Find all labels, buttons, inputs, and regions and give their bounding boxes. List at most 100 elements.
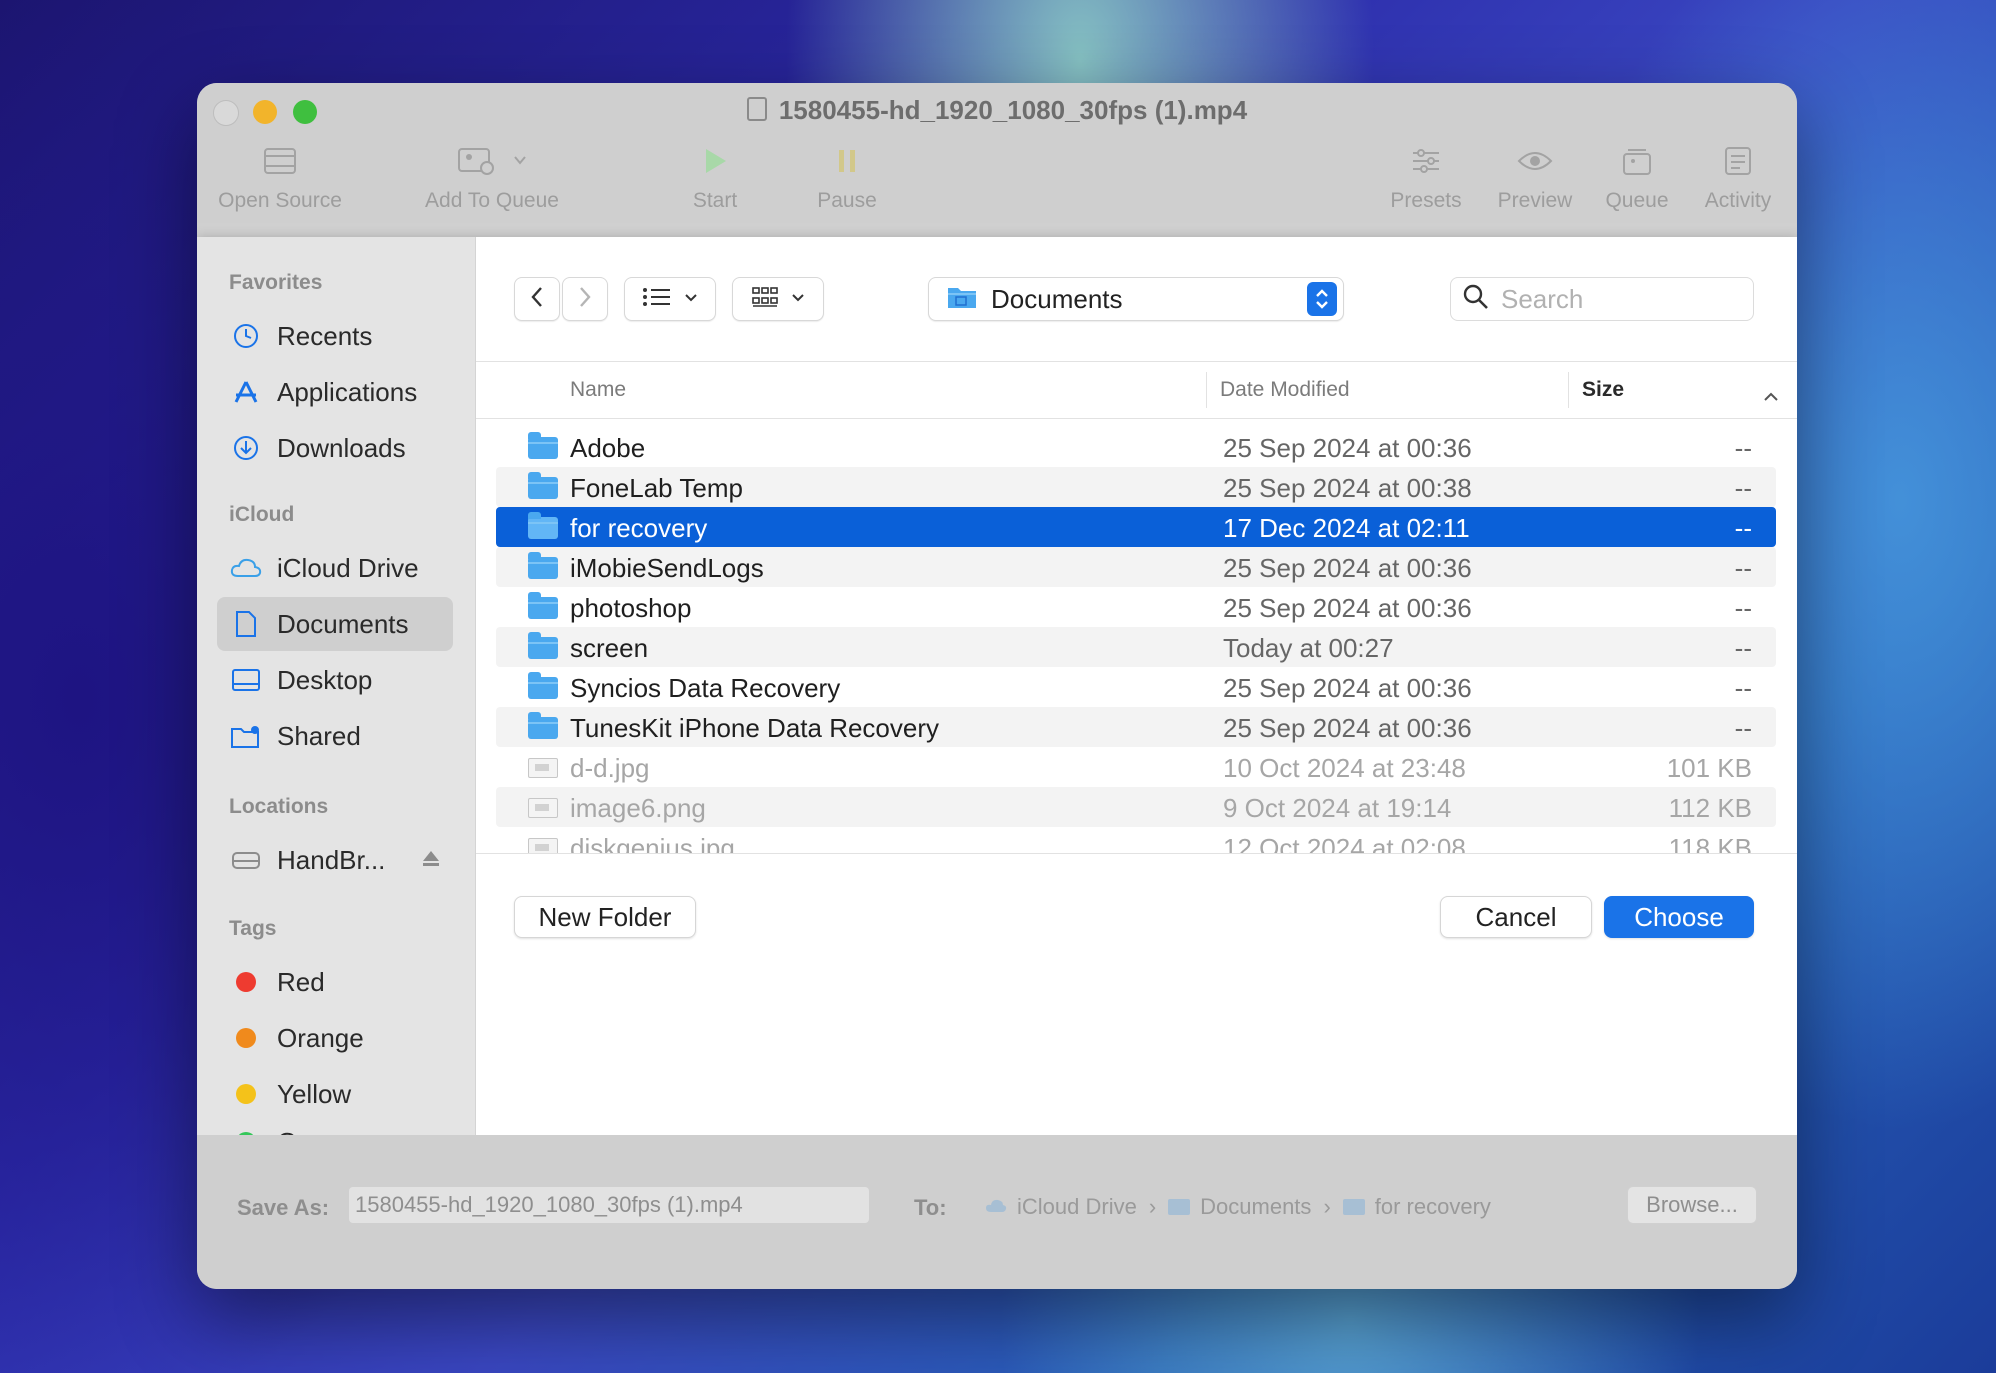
titlebar: 1580455-hd_1920_1080_30fps (1).mp4 Open … <box>197 83 1797 223</box>
location-label: Documents <box>991 283 1123 314</box>
start-button[interactable]: Start <box>675 141 755 213</box>
sidebar-item-documents[interactable]: Documents <box>217 597 453 651</box>
image-file-icon <box>528 838 558 853</box>
add-to-queue-button[interactable]: Add To Queue <box>417 141 567 213</box>
sidebar-tag-red[interactable]: Red <box>217 955 453 1009</box>
column-name[interactable]: Name <box>570 378 626 402</box>
sidebar-item-label: Documents <box>277 608 409 639</box>
new-folder-button[interactable]: New Folder <box>514 896 696 938</box>
eject-icon[interactable] <box>421 849 441 874</box>
file-row[interactable]: photoshop 25 Sep 2024 at 00:36 -- <box>496 587 1776 627</box>
file-date: 25 Sep 2024 at 00:36 <box>1223 713 1472 743</box>
file-size: 112 KB <box>1668 793 1752 823</box>
column-size[interactable]: Size <box>1582 378 1624 402</box>
activity-button[interactable]: Activity <box>1693 141 1783 213</box>
sidebar-tag-orange[interactable]: Orange <box>217 1011 453 1065</box>
presets-label: Presets <box>1390 189 1462 212</box>
file-size: 101 KB <box>1666 753 1752 783</box>
sidebar-tag-green[interactable]: G <box>217 1115 453 1135</box>
back-button[interactable] <box>514 277 560 321</box>
pause-button[interactable]: Pause <box>807 141 887 213</box>
cloud-icon <box>985 1194 1007 1220</box>
column-header: Name Date Modified Size <box>476 361 1797 419</box>
sidebar-item-icloud-drive[interactable]: iCloud Drive <box>217 541 453 595</box>
file-row[interactable]: Adobe 25 Sep 2024 at 00:36 -- <box>496 427 1776 467</box>
pause-label: Pause <box>817 189 877 212</box>
file-date: Today at 00:27 <box>1223 633 1394 663</box>
sidebar-tag-yellow[interactable]: Yellow <box>217 1067 453 1121</box>
file-date: 10 Oct 2024 at 23:48 <box>1223 753 1466 783</box>
column-date-modified[interactable]: Date Modified <box>1220 378 1350 402</box>
image-file-icon <box>528 795 560 819</box>
forward-button[interactable] <box>562 277 608 321</box>
chevron-down-icon <box>684 290 698 308</box>
location-popup[interactable]: Documents <box>928 277 1344 321</box>
file-row[interactable]: for recovery 17 Dec 2024 at 02:11 -- <box>496 507 1776 547</box>
file-row[interactable]: d-d.jpg 10 Oct 2024 at 23:48 101 KB <box>496 747 1776 787</box>
file-row[interactable]: iMobieSendLogs 25 Sep 2024 at 00:36 -- <box>496 547 1776 587</box>
list-icon <box>642 286 672 313</box>
locations-header: Locations <box>229 795 329 818</box>
sidebar-item-downloads[interactable]: Downloads <box>217 421 453 475</box>
tag-dot-orange <box>236 1028 256 1048</box>
browser-pane: Documents Search Name Date Modified Size… <box>476 237 1797 1135</box>
sidebar-item-desktop[interactable]: Desktop <box>217 653 453 707</box>
file-row[interactable]: Syncios Data Recovery 25 Sep 2024 at 00:3… <box>496 667 1776 707</box>
play-icon <box>675 141 755 181</box>
file-name: diskgenius.jpg <box>570 833 735 853</box>
path-separator: › <box>1148 1194 1157 1219</box>
save-as-field[interactable]: 1580455-hd_1920_1080_30fps (1).mp4 <box>349 1187 869 1223</box>
file-row[interactable]: FoneLab Temp 25 Sep 2024 at 00:38 -- <box>496 467 1776 507</box>
sidebar-item-applications[interactable]: Applications <box>217 365 453 419</box>
browse-button[interactable]: Browse... <box>1627 1186 1757 1224</box>
file-name: d-d.jpg <box>570 753 650 783</box>
folder-icon <box>528 432 560 459</box>
sidebar-item-handbrake-volume[interactable]: HandBr... <box>217 833 453 887</box>
clock-icon <box>229 323 263 349</box>
column-divider[interactable] <box>1568 372 1569 408</box>
grid-icon <box>751 286 779 313</box>
list-view-button[interactable] <box>624 277 716 321</box>
file-row[interactable]: diskgenius.jpg 12 Oct 2024 at 02:08 118 KB <box>496 827 1776 853</box>
search-field[interactable]: Search <box>1450 277 1754 321</box>
column-divider[interactable] <box>1206 372 1207 408</box>
pause-icon <box>807 141 887 181</box>
desktop-icon <box>229 668 263 692</box>
file-size: -- <box>1734 513 1752 543</box>
drive-icon <box>229 849 263 871</box>
cancel-button[interactable]: Cancel <box>1440 896 1592 938</box>
preview-button[interactable]: Preview <box>1485 141 1585 213</box>
document-icon <box>229 610 263 638</box>
file-size: -- <box>1734 633 1752 663</box>
file-name: iMobieSendLogs <box>570 553 764 583</box>
file-name: image6.png <box>570 793 706 823</box>
tags-header: Tags <box>229 917 277 940</box>
chevron-left-icon <box>530 286 544 313</box>
open-source-button[interactable]: Open Source <box>215 141 345 213</box>
file-date: 12 Oct 2024 at 02:08 <box>1223 833 1466 853</box>
file-name: screen <box>570 633 649 663</box>
choose-button[interactable]: Choose <box>1604 896 1754 938</box>
group-view-button[interactable] <box>732 277 824 321</box>
path-segment: Documents <box>1200 1194 1312 1219</box>
file-row[interactable]: screen Today at 00:27 -- <box>496 627 1776 667</box>
activity-label: Activity <box>1704 189 1772 212</box>
folder-icon <box>528 472 558 499</box>
sidebar-item-label: Downloads <box>277 432 406 463</box>
sidebar-item-recents[interactable]: Recents <box>217 309 453 363</box>
tag-dot-red <box>236 972 256 992</box>
save-bar: Save As: 1580455-hd_1920_1080_30fps (1).… <box>197 1135 1797 1289</box>
sidebar-item-label: G <box>277 1127 297 1136</box>
file-size: -- <box>1734 433 1752 463</box>
presets-button[interactable]: Presets <box>1381 141 1471 213</box>
open-source-label: Open Source <box>218 189 342 212</box>
folder-icon <box>528 632 560 659</box>
sidebar-item-shared[interactable]: Shared <box>217 709 453 763</box>
queue-button[interactable]: Queue <box>1595 141 1679 213</box>
file-row[interactable]: image6.png 9 Oct 2024 at 19:14 112 KB <box>496 787 1776 827</box>
file-date: 25 Sep 2024 at 00:38 <box>1223 473 1472 503</box>
file-list[interactable]: Adobe 25 Sep 2024 at 00:36 -- FoneLab Temp 2… <box>496 427 1776 853</box>
favorites-header: Favorites <box>229 271 323 294</box>
folder-icon <box>528 552 560 579</box>
file-row[interactable]: TunesKit iPhone Data Recovery 25 Sep 2024… <box>496 707 1776 747</box>
